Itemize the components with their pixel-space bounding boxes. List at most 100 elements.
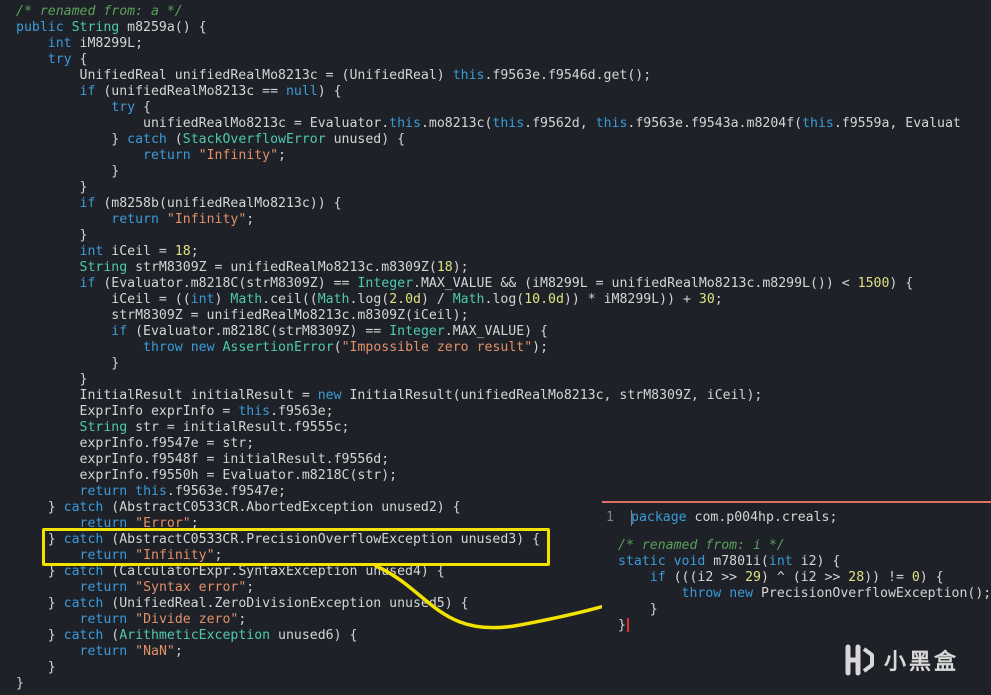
- code-token: str = initialResult.f9555c;: [127, 420, 350, 435]
- code-token: this: [802, 116, 834, 131]
- code-token: ;: [190, 244, 199, 259]
- code-token: iCeil = ((: [16, 292, 191, 307]
- code-token: 10.0d: [524, 292, 564, 307]
- code-token: strM8309Z = unifiedRealMo8213c.m8309Z(iC…: [16, 308, 469, 323]
- code-token: 18: [174, 244, 191, 259]
- code-token: if: [111, 324, 128, 339]
- code-token: .f9563e.f9547e;: [166, 484, 286, 499]
- code-token: "Impossible zero result": [341, 340, 533, 355]
- code-token: PrecisionOverflowException();: [753, 586, 991, 601]
- code-token: "NaN": [135, 644, 175, 659]
- code-token: (Evaluator.m8218C(strM8309Z) ==: [95, 276, 358, 291]
- code-token: .f9559a, Evaluat: [833, 116, 961, 131]
- code-token: null: [285, 84, 318, 99]
- code-token: String: [79, 420, 128, 435]
- code-token: ) {: [919, 570, 944, 585]
- code-token: return: [79, 612, 128, 627]
- code-token: Math: [452, 292, 485, 307]
- code-token: ;: [174, 644, 183, 659]
- code-line: static void m7801i(int i2) {: [618, 554, 840, 570]
- code-token: }: [16, 132, 128, 147]
- code-line: /* renamed from: i */: [618, 538, 785, 554]
- code-line: exprInfo.f9550h = Evaluator.m8218C(str);: [16, 468, 961, 484]
- code-token: i2) {: [792, 554, 841, 569]
- code-token: .f9563e.f9546d.get();: [484, 68, 652, 83]
- code-token: ;: [278, 148, 286, 163]
- code-line: }: [16, 180, 961, 196]
- code-line: strM8309Z = unifiedRealMo8213c.m8309Z(iC…: [16, 308, 961, 324]
- code-line: try {: [16, 52, 961, 68]
- code-token: throw: [681, 586, 722, 601]
- inset-code-panel: 1 package com.p004hp.creals; /* renamed f…: [602, 501, 991, 636]
- code-token: Math: [317, 292, 350, 307]
- code-token: .MAX_VALUE && (iM8299L = unifiedRealMo82…: [413, 276, 858, 291]
- code-token: /* renamed from: a */: [16, 4, 183, 19]
- code-token: catch: [63, 532, 104, 547]
- code-token: }: [16, 356, 120, 371]
- code-token: InitialResult(unifiedRealMo8213c, strM83…: [341, 388, 763, 403]
- code-token: return: [143, 148, 191, 163]
- code-line: }: [16, 660, 961, 676]
- code-token: }: [16, 500, 64, 515]
- code-token: (CalculatorExpr.SyntaxException unused4)…: [103, 564, 445, 579]
- code-token: ) ^ (i2 >>: [760, 570, 849, 585]
- code-token: this: [492, 116, 525, 131]
- code-token: exprInfo.f9550h = Evaluator.m8218C(str);: [16, 468, 398, 483]
- code-line: int iCeil = 18;: [16, 244, 961, 260]
- code-line: UnifiedReal unifiedRealMo8213c = (Unifie…: [16, 68, 961, 84]
- code-line: return "NaN";: [16, 644, 961, 660]
- code-token: ;: [214, 548, 223, 563]
- code-token: return: [111, 212, 159, 227]
- watermark-text: 小黑盒: [884, 650, 960, 675]
- code-line: unifiedRealMo8213c = Evaluator.this.mo82…: [16, 116, 961, 132]
- code-line: exprInfo.f9548f = initialResult.f9556d;: [16, 452, 961, 468]
- code-token: StackOverflowError: [182, 132, 326, 147]
- code-line: return this.f9563e.f9547e;: [16, 484, 961, 500]
- code-token: throw: [143, 340, 183, 355]
- code-token: UnifiedReal unifiedRealMo8213c = (Unifie…: [16, 68, 453, 83]
- code-line: if (Evaluator.m8218C(strM8309Z) == Integ…: [16, 276, 961, 292]
- code-line: package com.p004hp.creals;: [631, 510, 837, 526]
- code-line: }: [16, 372, 961, 388]
- code-token: ExprInfo exprInfo =: [16, 404, 239, 419]
- code-token: this: [595, 116, 628, 131]
- code-token: void: [673, 554, 706, 569]
- code-token: return: [79, 516, 128, 531]
- code-token: 1500: [857, 276, 890, 291]
- code-token: }: [16, 180, 88, 195]
- code-token: 0: [911, 570, 920, 585]
- code-token: new: [729, 586, 754, 601]
- code-token: return: [79, 644, 128, 659]
- code-token: 18: [436, 260, 453, 275]
- code-line: try {: [16, 100, 961, 116]
- code-token: .ceil((: [262, 292, 318, 307]
- code-token: )) * iM8299L)) +: [563, 292, 699, 307]
- code-token: .log(: [484, 292, 525, 307]
- code-line: }: [618, 602, 658, 618]
- code-line: if (Evaluator.m8218C(strM8309Z) == Integ…: [16, 324, 961, 340]
- code-token: ArithmeticException: [119, 628, 271, 643]
- code-line: }: [618, 618, 629, 634]
- code-token: (AbstractC0533CR.PrecisionOverflowExcept…: [103, 532, 541, 547]
- code-token: if: [79, 84, 96, 99]
- code-line: return "Infinity";: [16, 148, 961, 164]
- code-token: .mo8213c(: [420, 116, 493, 131]
- code-line: public String m8259a() {: [16, 20, 961, 36]
- code-token: catch: [63, 596, 104, 611]
- code-line: if (((i2 >> 29) ^ (i2 >> 28)) != 0) {: [618, 570, 944, 586]
